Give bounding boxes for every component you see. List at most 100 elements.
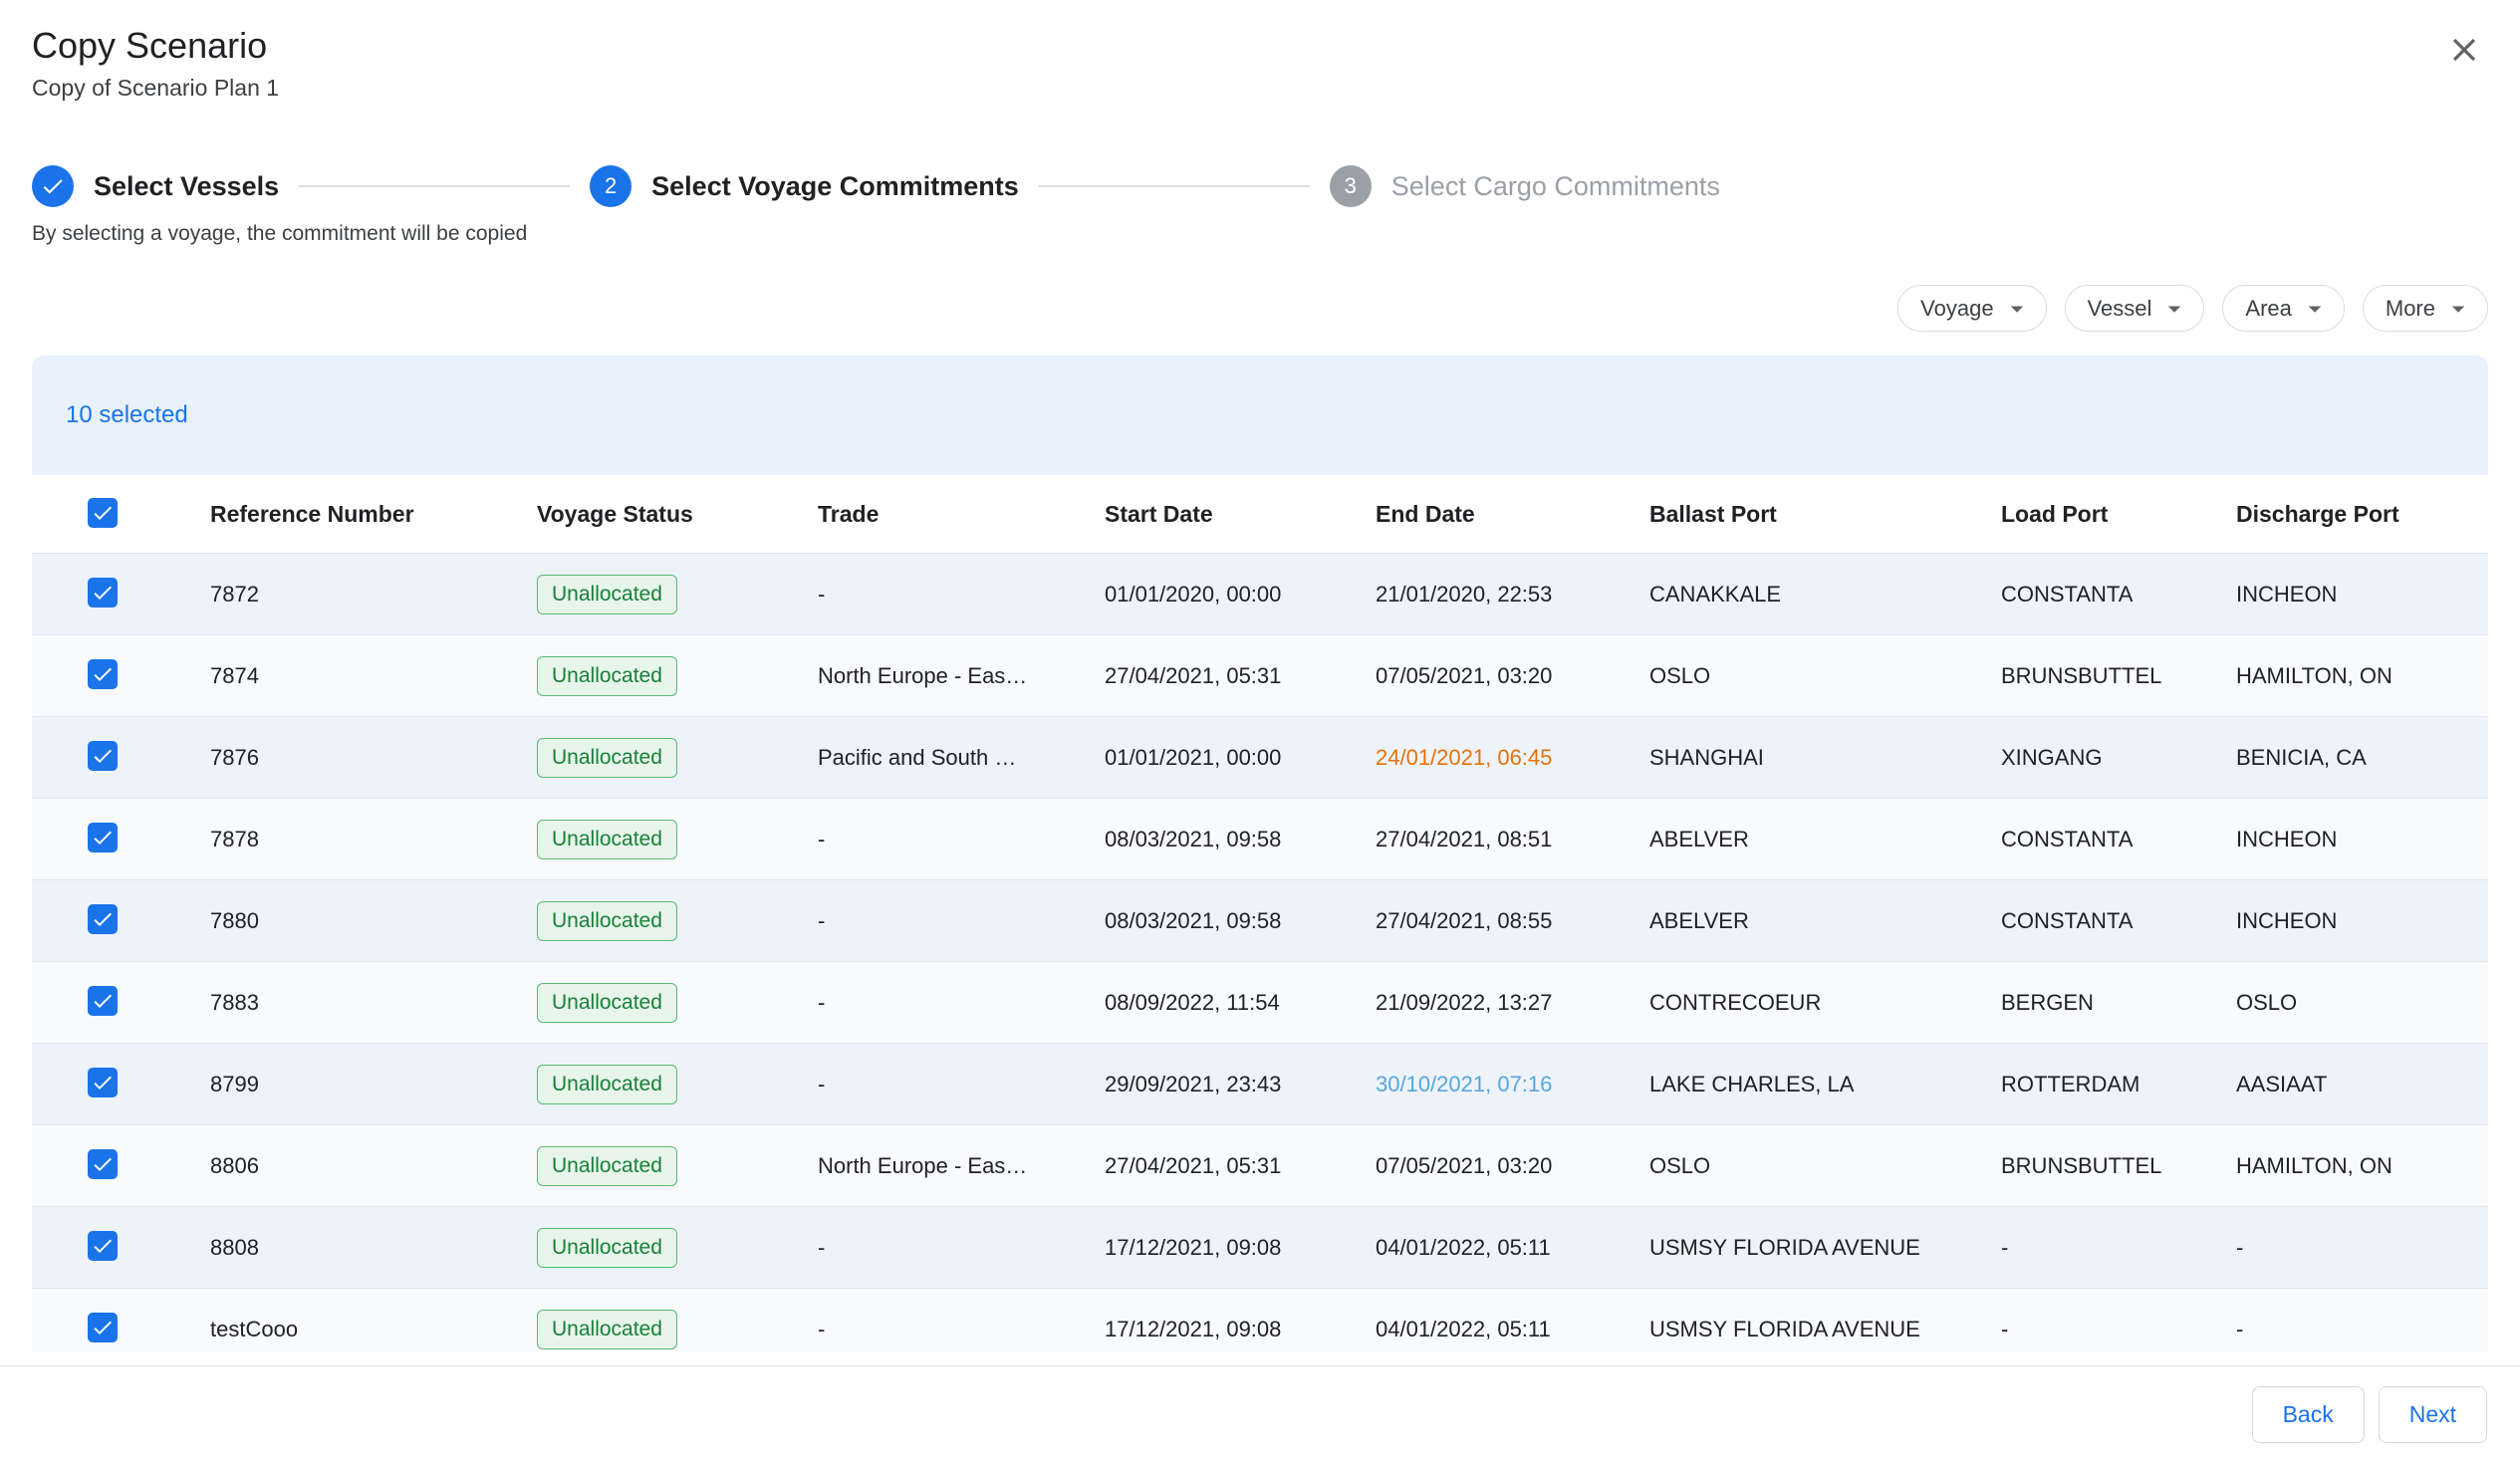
- step-label-select-vessels: Select Vessels: [94, 171, 279, 202]
- cell-trade: -: [818, 990, 1105, 1016]
- status-badge: Unallocated: [537, 738, 677, 778]
- step-2-number-badge: 2: [590, 165, 631, 207]
- table-row[interactable]: 7878 Unallocated - 08/03/2021, 09:58 27/…: [32, 799, 2488, 880]
- cell-start-date: 17/12/2021, 09:08: [1105, 1235, 1376, 1261]
- cell-load-port: BRUNSBUTTEL: [2001, 663, 2236, 689]
- stepper: Select Vessels 2 Select Voyage Commitmen…: [32, 165, 2488, 207]
- chevron-down-icon: [2443, 294, 2473, 324]
- column-header-discharge-port: Discharge Port: [2236, 501, 2488, 528]
- column-header-voyage-status: Voyage Status: [537, 501, 818, 528]
- status-badge: Unallocated: [537, 1146, 677, 1186]
- close-icon: [2445, 31, 2483, 69]
- table-row[interactable]: 7883 Unallocated - 08/09/2022, 11:54 21/…: [32, 962, 2488, 1044]
- selection-summary-band: 10 selected: [32, 356, 2488, 475]
- status-badge: Unallocated: [537, 901, 677, 941]
- row-checkbox[interactable]: [88, 741, 118, 771]
- cell-ballast-port: ABELVER: [1649, 908, 2001, 934]
- cell-discharge-port: INCHEON: [2236, 827, 2488, 852]
- more-filter-label: More: [2386, 296, 2435, 322]
- step-3-number-badge: 3: [1330, 165, 1372, 207]
- step-label-select-cargo-commitments: Select Cargo Commitments: [1391, 171, 1720, 202]
- chevron-down-icon: [2159, 294, 2189, 324]
- cell-ballast-port: USMSY FLORIDA AVENUE: [1649, 1235, 2001, 1261]
- cell-reference-number: 7880: [210, 908, 537, 934]
- row-checkbox[interactable]: [88, 823, 118, 852]
- cell-trade: -: [818, 908, 1105, 934]
- filter-bar: Voyage Vessel Area More: [32, 285, 2488, 332]
- step-select-cargo-commitments[interactable]: 3 Select Cargo Commitments: [1330, 165, 1720, 207]
- cell-ballast-port: OSLO: [1649, 663, 2001, 689]
- cell-start-date: 08/03/2021, 09:58: [1105, 908, 1376, 934]
- table-row[interactable]: 7874 Unallocated North Europe - Eas… 27/…: [32, 635, 2488, 717]
- column-header-ballast-port: Ballast Port: [1649, 501, 2001, 528]
- copy-scenario-dialog: Copy Scenario Copy of Scenario Plan 1 Se…: [0, 0, 2520, 1458]
- cell-trade: -: [818, 582, 1105, 608]
- status-badge: Unallocated: [537, 656, 677, 696]
- selected-count: 10 selected: [66, 401, 188, 429]
- cell-start-date: 27/04/2021, 05:31: [1105, 663, 1376, 689]
- table-row[interactable]: 7876 Unallocated Pacific and South … 01/…: [32, 717, 2488, 799]
- more-filter-button[interactable]: More: [2363, 285, 2488, 332]
- vessel-filter-button[interactable]: Vessel: [2065, 285, 2205, 332]
- area-filter-button[interactable]: Area: [2222, 285, 2344, 332]
- status-badge: Unallocated: [537, 983, 677, 1023]
- next-button[interactable]: Next: [2379, 1386, 2487, 1443]
- cell-end-date: 04/01/2022, 05:11: [1376, 1235, 1649, 1261]
- cell-reference-number: 7876: [210, 745, 537, 771]
- back-button[interactable]: Back: [2252, 1386, 2365, 1443]
- cell-load-port: -: [2001, 1317, 2236, 1342]
- select-all-checkbox[interactable]: [88, 498, 118, 528]
- step-select-voyage-commitments[interactable]: 2 Select Voyage Commitments: [590, 165, 1019, 207]
- cell-load-port: ROTTERDAM: [2001, 1072, 2236, 1097]
- page-title: Copy Scenario: [32, 24, 2488, 68]
- column-header-reference-number: Reference Number: [210, 501, 537, 528]
- row-checkbox[interactable]: [88, 1231, 118, 1261]
- table-row[interactable]: 8808 Unallocated - 17/12/2021, 09:08 04/…: [32, 1207, 2488, 1289]
- cell-discharge-port: -: [2236, 1317, 2488, 1342]
- stepper-connector: [1039, 185, 1310, 187]
- voyage-filter-button[interactable]: Voyage: [1897, 285, 2046, 332]
- cell-start-date: 29/09/2021, 23:43: [1105, 1072, 1376, 1097]
- cell-reference-number: 7872: [210, 582, 537, 608]
- cell-discharge-port: INCHEON: [2236, 582, 2488, 608]
- row-checkbox[interactable]: [88, 904, 118, 934]
- cell-reference-number: 7883: [210, 990, 537, 1016]
- cell-ballast-port: CONTRECOEUR: [1649, 990, 2001, 1016]
- cell-load-port: CONSTANTA: [2001, 827, 2236, 852]
- close-button[interactable]: [2442, 28, 2486, 72]
- table-row[interactable]: testCooo Unallocated - 17/12/2021, 09:08…: [32, 1289, 2488, 1351]
- cell-load-port: BRUNSBUTTEL: [2001, 1153, 2236, 1179]
- cell-discharge-port: HAMILTON, ON: [2236, 663, 2488, 689]
- row-checkbox[interactable]: [88, 1313, 118, 1342]
- row-checkbox[interactable]: [88, 659, 118, 689]
- stepper-caption: By selecting a voyage, the commitment wi…: [32, 221, 2488, 247]
- table-row[interactable]: 7872 Unallocated - 01/01/2020, 00:00 21/…: [32, 554, 2488, 635]
- step-select-vessels[interactable]: Select Vessels: [32, 165, 279, 207]
- cell-discharge-port: -: [2236, 1235, 2488, 1261]
- cell-ballast-port: CANAKKALE: [1649, 582, 2001, 608]
- row-checkbox[interactable]: [88, 578, 118, 608]
- voyage-filter-label: Voyage: [1920, 296, 1993, 322]
- cell-ballast-port: LAKE CHARLES, LA: [1649, 1072, 2001, 1097]
- page-subtitle: Copy of Scenario Plan 1: [32, 74, 2488, 102]
- cell-end-date: 07/05/2021, 03:20: [1376, 663, 1649, 689]
- column-header-trade: Trade: [818, 501, 1105, 528]
- cell-reference-number: testCooo: [210, 1317, 537, 1342]
- step-completed-check-icon: [32, 165, 74, 207]
- row-checkbox[interactable]: [88, 1068, 118, 1097]
- table-row[interactable]: 8799 Unallocated - 29/09/2021, 23:43 30/…: [32, 1044, 2488, 1125]
- table-row[interactable]: 7880 Unallocated - 08/03/2021, 09:58 27/…: [32, 880, 2488, 962]
- cell-start-date: 27/04/2021, 05:31: [1105, 1153, 1376, 1179]
- column-header-start-date: Start Date: [1105, 501, 1376, 528]
- cell-reference-number: 7874: [210, 663, 537, 689]
- table-row[interactable]: 8806 Unallocated North Europe - Eas… 27/…: [32, 1125, 2488, 1207]
- cell-trade: Pacific and South …: [818, 745, 1105, 771]
- cell-reference-number: 7878: [210, 827, 537, 852]
- status-badge: Unallocated: [537, 1065, 677, 1104]
- cell-load-port: CONSTANTA: [2001, 582, 2236, 608]
- table-header-row: Reference Number Voyage Status Trade Sta…: [32, 475, 2488, 554]
- row-checkbox[interactable]: [88, 1149, 118, 1179]
- row-checkbox[interactable]: [88, 986, 118, 1016]
- vessel-filter-label: Vessel: [2088, 296, 2152, 322]
- cell-start-date: 01/01/2020, 00:00: [1105, 582, 1376, 608]
